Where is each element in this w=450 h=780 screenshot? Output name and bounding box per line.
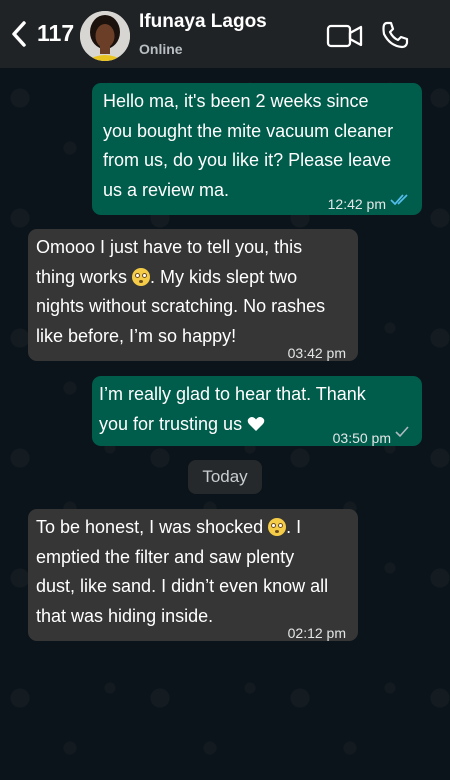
contact-status: Online <box>139 41 183 57</box>
message-time: 12:42 pm <box>327 196 386 212</box>
message-time: 02:12 pm <box>287 625 346 641</box>
message-time: 03:42 pm <box>287 345 346 361</box>
flushed-face-emoji-icon <box>132 267 151 286</box>
message-text: To be honest, I was shocked . I emptied … <box>36 517 329 626</box>
chat-header: 117 Ifunaya Lagos Online <box>0 0 450 68</box>
flushed-face-emoji-icon <box>268 518 287 536</box>
back-arrow-icon[interactable] <box>10 20 28 48</box>
delivered-tick-icon <box>395 426 409 438</box>
unread-count[interactable]: 117 <box>37 20 74 47</box>
read-ticks-icon <box>390 194 408 206</box>
message-bubble-outgoing[interactable]: I’m really glad to hear that. Thank you … <box>92 376 422 446</box>
contact-name[interactable]: Ifunaya Lagos <box>139 11 267 33</box>
message-bubble-incoming[interactable]: Omooo I just have to tell you, this thin… <box>28 229 358 361</box>
date-divider: Today <box>188 460 262 494</box>
message-text: Hello ma, it's been 2 weeks since you bo… <box>103 91 394 200</box>
avatar[interactable] <box>80 11 130 61</box>
message-text: Omooo I just have to tell you, this thin… <box>36 237 326 346</box>
phone-call-icon[interactable] <box>380 20 410 50</box>
white-heart-emoji-icon <box>247 416 265 431</box>
message-bubble-outgoing[interactable]: Hello ma, it's been 2 weeks since you bo… <box>92 83 422 215</box>
message-time: 03:50 pm <box>332 430 391 446</box>
video-call-icon[interactable] <box>326 22 364 50</box>
message-bubble-incoming[interactable]: To be honest, I was shocked . I emptied … <box>28 509 358 641</box>
